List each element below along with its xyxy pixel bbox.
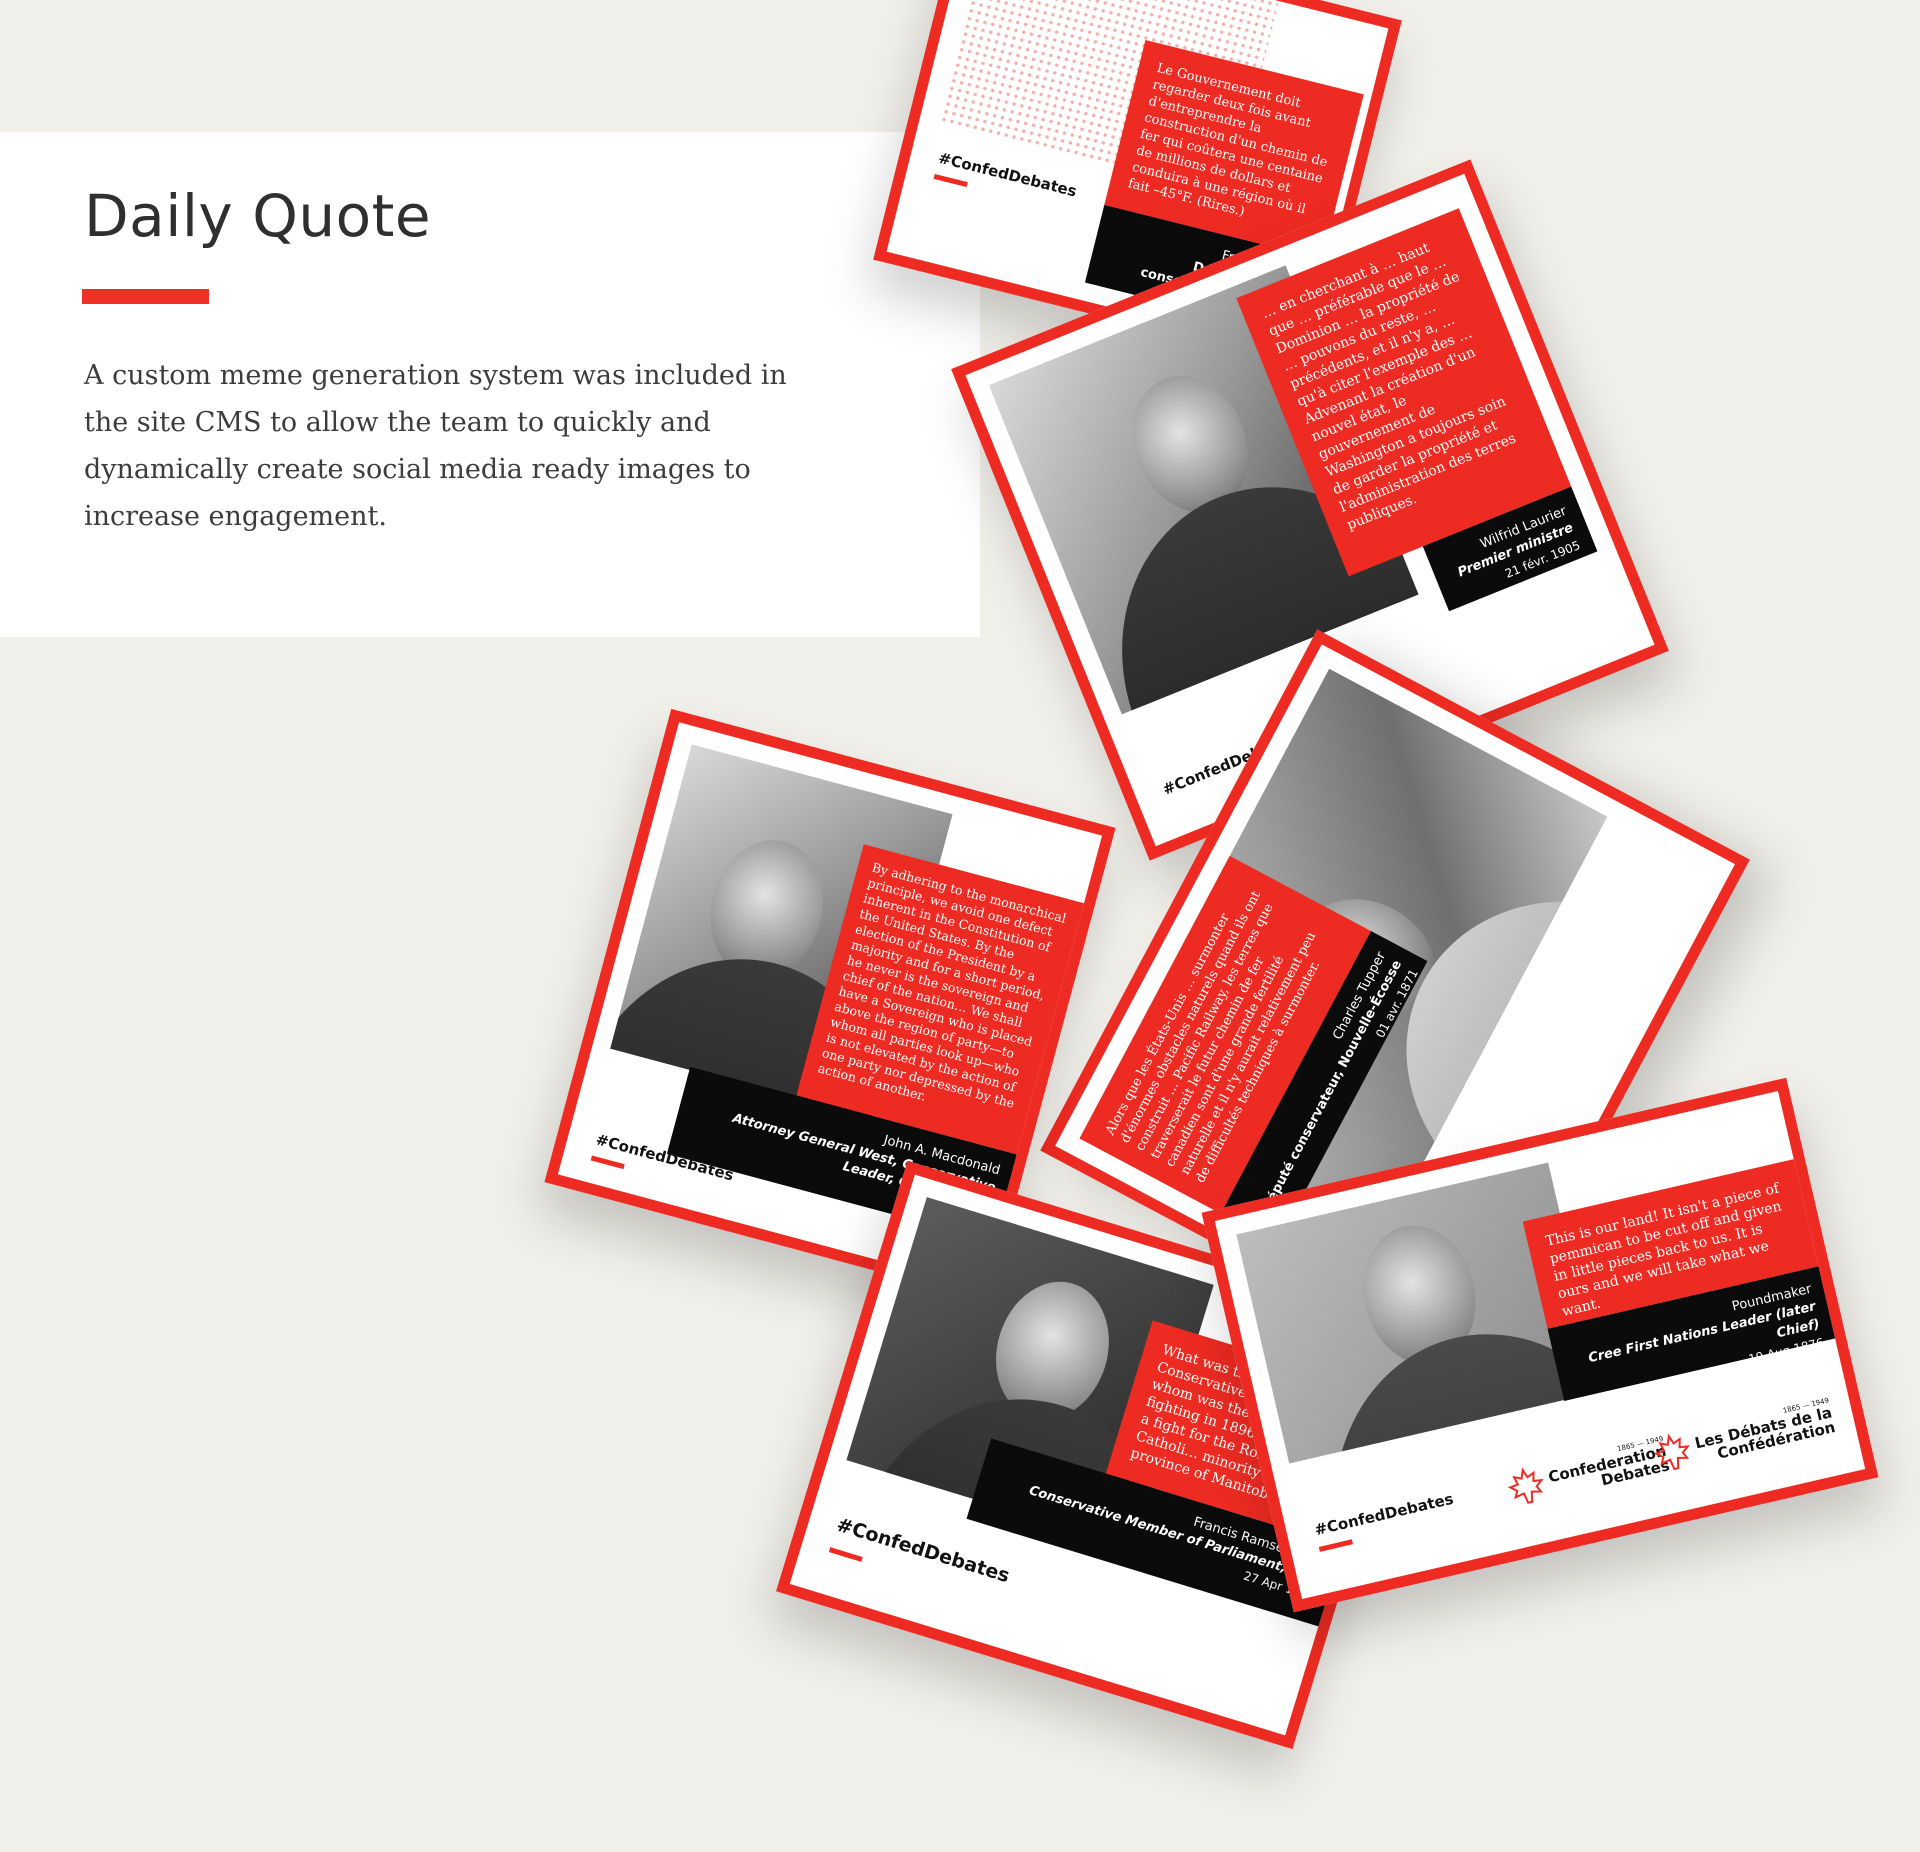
page-title: Daily Quote (84, 182, 432, 250)
hashtag-underline (1318, 1539, 1354, 1552)
maple-leaf-icon (1507, 1467, 1544, 1504)
intro-description: A custom meme generation system was incl… (84, 360, 787, 532)
logo-debats-confederation: 1865 — 1949 Les Débats de la Confédérati… (1653, 1397, 1837, 1471)
hashtag: #ConfedDebates (1312, 1489, 1456, 1540)
hashtag-underline (590, 1155, 625, 1170)
hashtag-underline (828, 1547, 863, 1562)
title-underline (82, 289, 209, 304)
hashtag-underline (933, 173, 968, 188)
hashtag: #ConfedDebates (936, 148, 1079, 201)
maple-leaf-icon (1653, 1433, 1690, 1471)
